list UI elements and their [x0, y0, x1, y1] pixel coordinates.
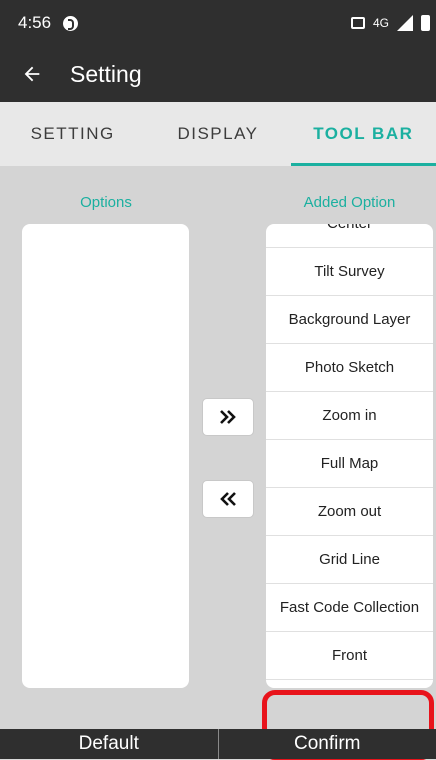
- added-item-tilt-survey[interactable]: Tilt Survey: [266, 248, 433, 296]
- added-option-list[interactable]: Center Tilt Survey Background Layer Phot…: [266, 224, 433, 688]
- added-item-fast-code-collection[interactable]: Fast Code Collection: [266, 584, 433, 632]
- added-item-zoom-out[interactable]: Zoom out: [266, 488, 433, 536]
- bottom-bar: Default Confirm: [0, 729, 436, 759]
- tab-setting[interactable]: SETTING: [0, 102, 145, 166]
- app-bar: Setting: [0, 46, 436, 102]
- added-item-center[interactable]: Center: [266, 224, 433, 248]
- default-button[interactable]: Default: [0, 729, 218, 759]
- move-right-button[interactable]: [202, 398, 254, 436]
- page-title: Setting: [70, 61, 142, 88]
- status-bar-left: 4:56: [18, 13, 78, 33]
- added-item-zoom-in[interactable]: Zoom in: [266, 392, 433, 440]
- added-item-background-layer[interactable]: Background Layer: [266, 296, 433, 344]
- options-list[interactable]: [22, 224, 189, 688]
- double-chevron-right-icon: [219, 410, 237, 424]
- added-item-photo-sketch[interactable]: Photo Sketch: [266, 344, 433, 392]
- tab-display[interactable]: DISPLAY: [145, 102, 290, 166]
- added-item-full-map[interactable]: Full Map: [266, 440, 433, 488]
- status-bar-right: 4G: [351, 15, 430, 31]
- notification-icon: [63, 16, 78, 31]
- signal-icon: [397, 15, 413, 31]
- arrow-left-icon: [21, 63, 43, 85]
- vibrate-icon: [351, 17, 365, 29]
- tab-tool-bar[interactable]: TOOL BAR: [291, 102, 436, 166]
- double-chevron-left-icon: [219, 492, 237, 506]
- status-time: 4:56: [18, 13, 51, 33]
- added-item-grid-line[interactable]: Grid Line: [266, 536, 433, 584]
- toolbar-config-panel: Options Added Option Center Tilt Survey …: [0, 166, 436, 729]
- move-left-button[interactable]: [202, 480, 254, 518]
- options-label: Options: [22, 194, 190, 211]
- added-item-front[interactable]: Front: [266, 632, 433, 680]
- status-bar: 4:56 4G: [0, 0, 436, 46]
- network-type: 4G: [373, 16, 389, 30]
- tab-bar: SETTING DISPLAY TOOL BAR: [0, 102, 436, 166]
- added-option-items: Center Tilt Survey Background Layer Phot…: [266, 224, 433, 680]
- battery-icon: [421, 15, 430, 31]
- added-option-label: Added Option: [266, 194, 433, 211]
- back-button[interactable]: [4, 46, 60, 102]
- confirm-button[interactable]: Confirm: [219, 729, 436, 759]
